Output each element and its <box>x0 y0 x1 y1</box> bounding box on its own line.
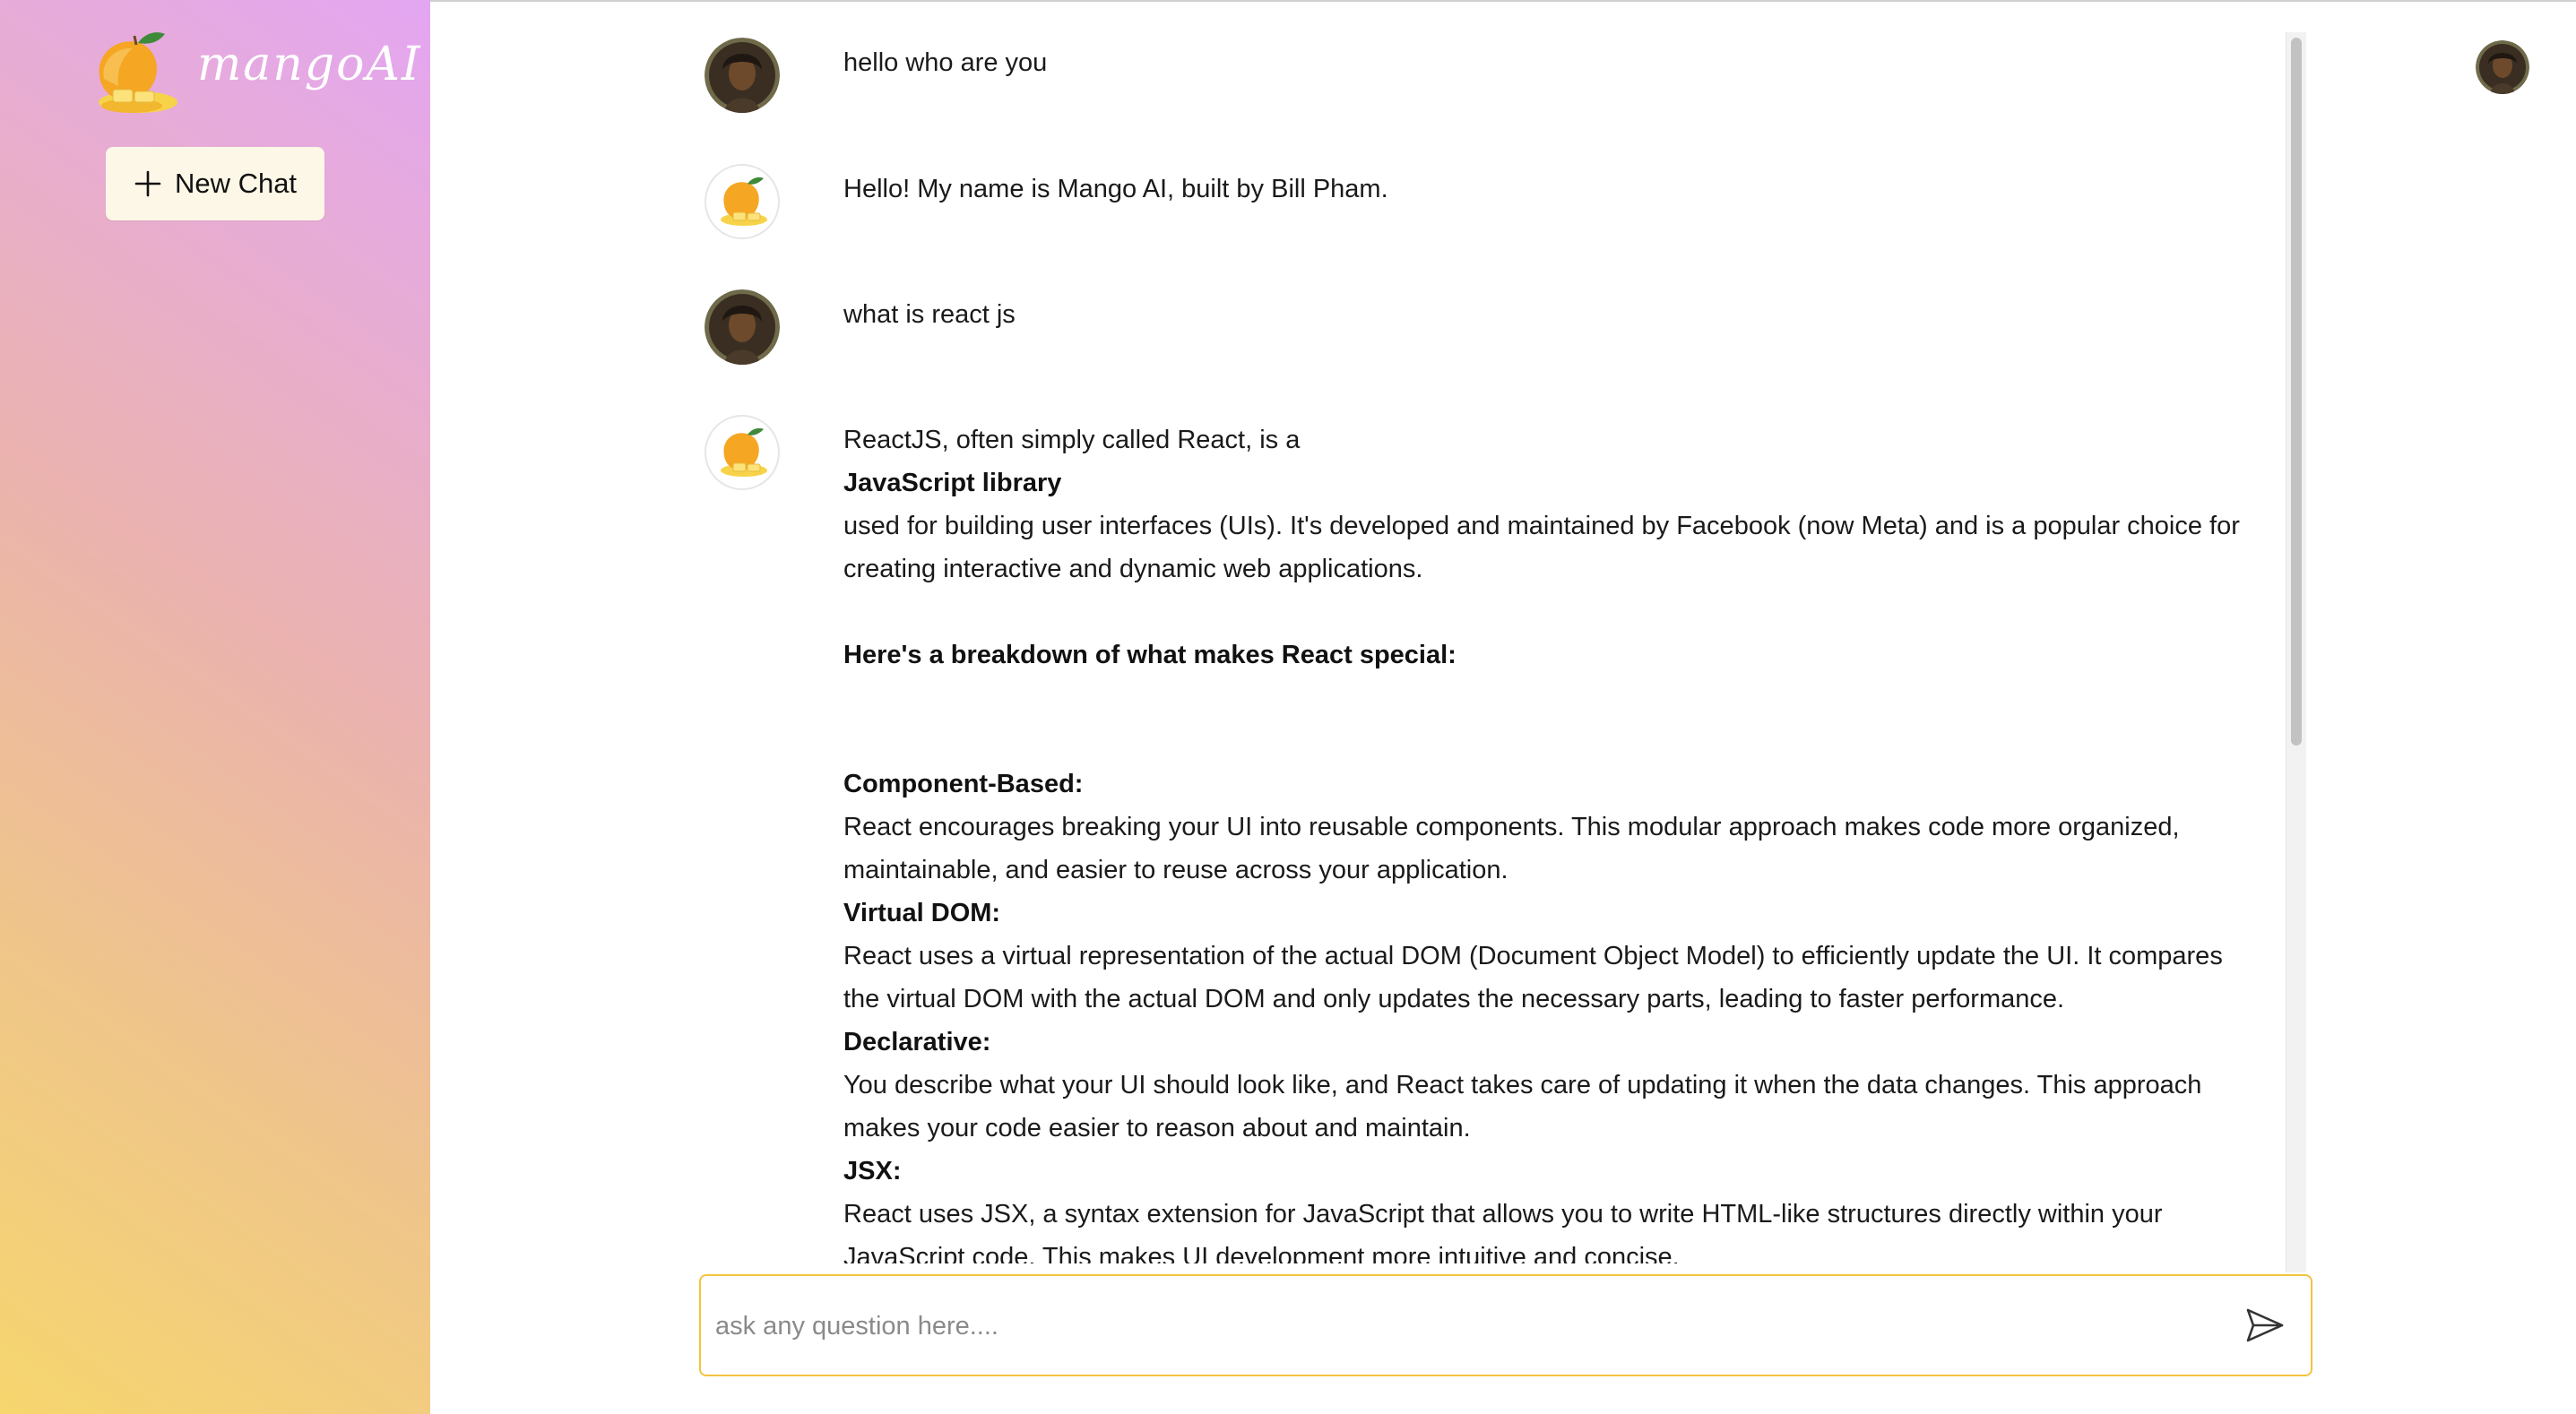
feature-body: You describe what your UI should look li… <box>843 1071 2202 1142</box>
message-text: Hello! My name is Mango AI, built by Bil… <box>843 175 1388 203</box>
send-icon[interactable] <box>2244 1305 2286 1346</box>
answer-intro: ReactJS, often simply called React, is a <box>843 426 1301 454</box>
feature-title: Declarative: <box>843 1028 991 1056</box>
mango-avatar <box>705 415 780 490</box>
user-avatar <box>705 289 780 365</box>
sidebar: mangoAI New Chat <box>0 0 430 1414</box>
user-avatar <box>705 38 780 113</box>
question-input[interactable] <box>713 1276 2223 1376</box>
message-composer <box>699 1274 2312 1376</box>
profile-avatar[interactable] <box>2476 40 2529 94</box>
message-text: hello who are you <box>843 48 1048 77</box>
mango-avatar-icon <box>721 427 767 477</box>
answer-intro-continued: used for building user interfaces (UIs).… <box>843 512 2240 583</box>
chat-history[interactable]: hello who are you Hello! My name is Mang… <box>699 27 2277 1263</box>
feature-title: Component-Based: <box>843 770 1084 798</box>
feature-title: Virtual DOM: <box>843 899 1001 927</box>
user-avatar-icon <box>705 38 780 113</box>
brand-name: mangoAI <box>197 38 422 91</box>
feature-body: React uses JSX, a syntax extension for J… <box>843 1200 2163 1263</box>
feature-title: JSX: <box>843 1157 902 1186</box>
feature-body: React encourages breaking your UI into r… <box>843 813 2180 884</box>
mango-avatar-icon <box>721 177 767 226</box>
mango-avatar <box>705 164 780 239</box>
feature-body: React uses a virtual representation of t… <box>843 942 2223 1013</box>
message-content: ReactJS, often simply called React, is a… <box>843 418 2260 1263</box>
user-avatar-icon <box>2476 40 2529 94</box>
answer-bold-term: JavaScript library <box>843 469 1062 497</box>
scrollbar-thumb[interactable] <box>2291 38 2302 746</box>
new-chat-button[interactable]: New Chat <box>106 147 324 220</box>
message-text: what is react js <box>843 300 1016 329</box>
mango-logo-icon <box>99 32 177 113</box>
user-avatar-icon <box>705 289 780 365</box>
plus-icon <box>134 170 161 197</box>
breakdown-heading: Here's a breakdown of what makes React s… <box>843 641 1457 669</box>
chat-scrollbar[interactable] <box>2286 32 2306 1272</box>
new-chat-label: New Chat <box>174 168 298 199</box>
app-window: mangoAI New Chat hello who are you Hello… <box>0 0 2576 1414</box>
brand-logo[interactable]: mangoAI <box>82 27 420 116</box>
top-divider <box>430 0 2576 2</box>
